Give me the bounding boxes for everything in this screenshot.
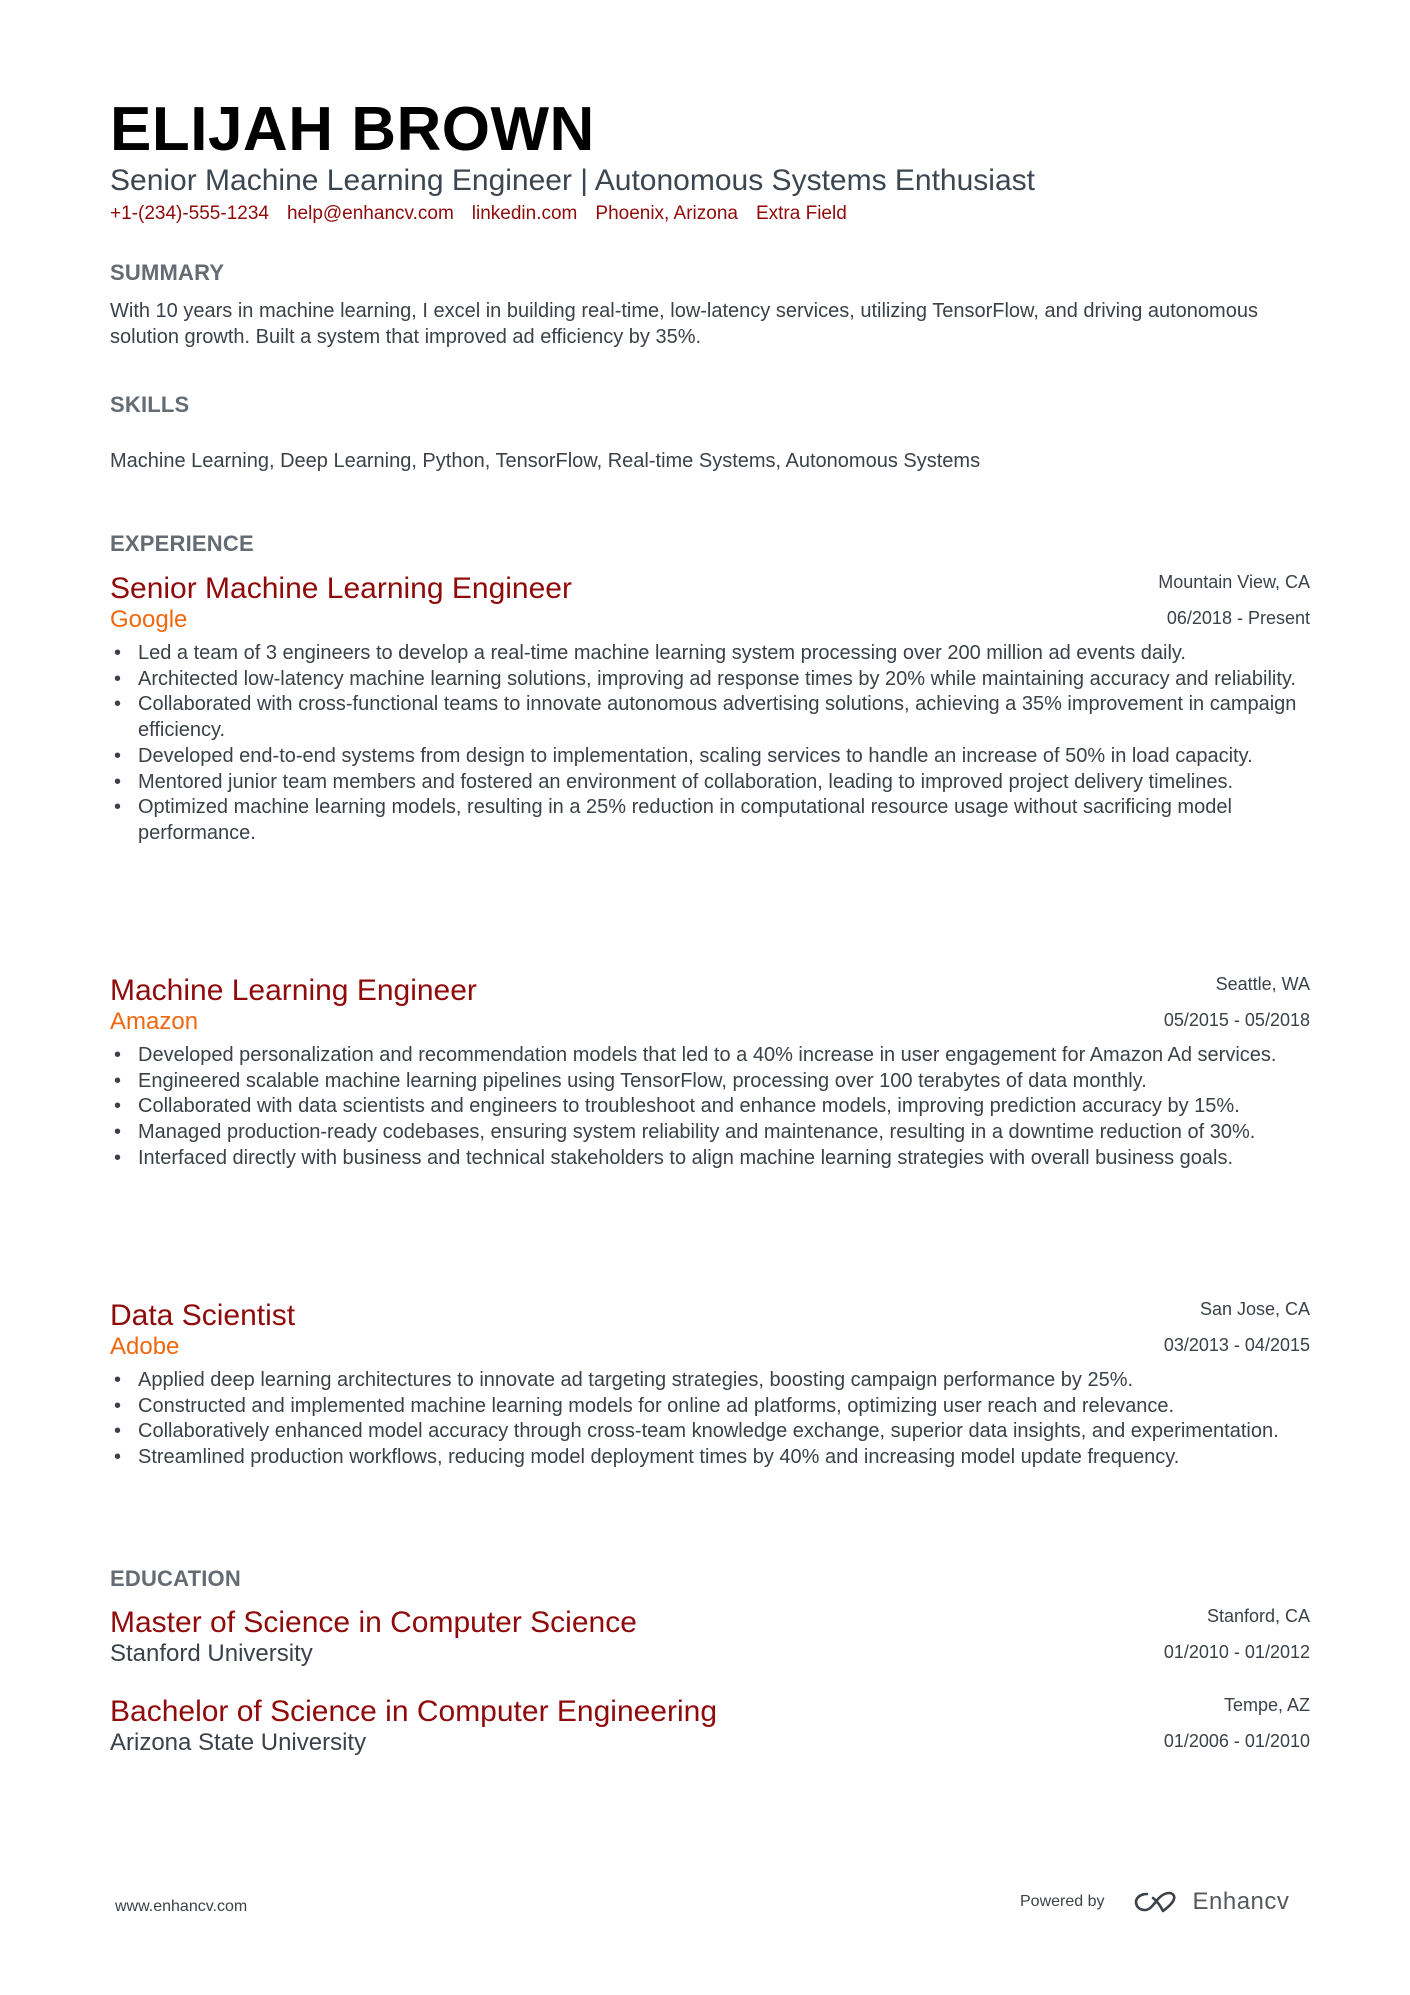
job-location: Mountain View, CA	[1158, 572, 1310, 592]
bullet-item: Engineered scalable machine learning pip…	[114, 1069, 1310, 1095]
job-dates: 06/2018 - Present	[1166, 608, 1310, 628]
bullet-item: Streamlined production workflows, reduci…	[114, 1445, 1310, 1471]
job-title: Senior Machine Learning Engineer	[110, 572, 572, 605]
company-name: Adobe	[110, 1333, 180, 1360]
job-title: Data Scientist	[110, 1299, 296, 1332]
company-name: Google	[110, 606, 188, 633]
school-name: Arizona State University	[110, 1729, 367, 1756]
company-name: Amazon	[110, 1008, 199, 1035]
bullet-item: Applied deep learning architectures to i…	[114, 1368, 1310, 1394]
email-link[interactable]: help@enhancv.com	[287, 203, 454, 224]
bullet-item: Collaborated with data scientists and en…	[114, 1094, 1310, 1120]
degree-title: Master of Science in Computer Science	[110, 1606, 637, 1639]
linkedin-link[interactable]: linkedin.com	[472, 203, 578, 224]
headline: Senior Machine Learning Engineer | Auton…	[110, 164, 1035, 197]
experience-heading: EXPERIENCE	[110, 531, 254, 556]
school-location: Tempe, AZ	[1223, 1695, 1310, 1715]
education-dates: 01/2010 - 01/2012	[1163, 1642, 1310, 1662]
footer-branding: Powered by Enhancv	[1020, 1888, 1289, 1916]
bullet-item: Developed end-to-end systems from design…	[114, 744, 1310, 770]
bullet-item: Mentored junior team members and fostere…	[114, 770, 1310, 796]
job-bullets: Applied deep learning architectures to i…	[110, 1368, 1310, 1471]
education-heading: EDUCATION	[110, 1566, 241, 1591]
bullet-item: Collaborated with cross-functional teams…	[114, 692, 1310, 743]
degree-title: Bachelor of Science in Computer Engineer…	[110, 1695, 718, 1728]
school-name: Stanford University	[110, 1640, 313, 1667]
bullet-item: Optimized machine learning models, resul…	[114, 795, 1310, 846]
education-dates: 01/2006 - 01/2010	[1163, 1731, 1310, 1751]
job-bullets: Led a team of 3 engineers to develop a r…	[110, 641, 1310, 847]
job-location: San Jose, CA	[1199, 1299, 1310, 1319]
school-location: Stanford, CA	[1206, 1606, 1310, 1626]
powered-by-text: Powered by	[1020, 1893, 1105, 1910]
skills-heading: SKILLS	[110, 392, 190, 417]
contact-line: +1-(234)-555-1234 help@enhancv.com linkedi…	[110, 202, 865, 226]
job-bullets: Developed personalization and recommenda…	[110, 1043, 1310, 1172]
bullet-item: Managed production-ready codebases, ensu…	[114, 1120, 1310, 1146]
bullet-item: Architected low-latency machine learning…	[114, 667, 1310, 693]
bullet-item: Interfaced directly with business and te…	[114, 1146, 1310, 1172]
skills-text: Machine Learning, Deep Learning, Python,…	[110, 450, 981, 472]
bullet-item: Collaboratively enhanced model accuracy …	[114, 1419, 1310, 1445]
enhancv-logo-icon	[1134, 1891, 1176, 1913]
enhancv-brand-link[interactable]: Enhancv	[1133, 1888, 1290, 1916]
candidate-name: ELIJAH BROWN	[110, 95, 595, 164]
job-dates: 03/2013 - 04/2015	[1163, 1335, 1310, 1355]
bullet-item: Developed personalization and recommenda…	[114, 1043, 1310, 1069]
footer-website-link[interactable]: www.enhancv.com	[115, 1898, 247, 1916]
job-title: Machine Learning Engineer	[110, 974, 477, 1007]
job-location: Seattle, WA	[1215, 974, 1310, 994]
summary-heading: SUMMARY	[110, 260, 225, 285]
summary-text: With 10 years in machine learning, I exc…	[110, 300, 1258, 348]
job-dates: 05/2015 - 05/2018	[1163, 1010, 1310, 1030]
phone-link[interactable]: +1-(234)-555-1234	[110, 203, 269, 224]
extra-field-text: Extra Field	[755, 203, 847, 224]
bullet-item: Led a team of 3 engineers to develop a r…	[114, 641, 1310, 667]
location-text: Phoenix, Arizona	[595, 203, 738, 224]
enhancv-brand-name: Enhancv	[1192, 1888, 1290, 1915]
bullet-item: Constructed and implemented machine lear…	[114, 1394, 1310, 1420]
